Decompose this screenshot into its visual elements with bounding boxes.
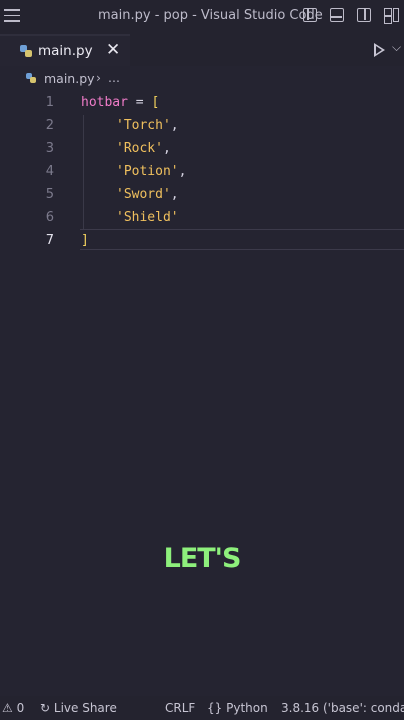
code-editor[interactable]: 1 hotbar = [ 2 'Torch', 3 'Rock', 4 'Pot… [0, 92, 404, 696]
live-share-label: Live Share [53, 701, 117, 715]
line-ending-selector[interactable]: CRLF [165, 701, 195, 715]
comma: , [170, 187, 179, 202]
string-literal: 'Torch' [116, 118, 171, 133]
toggle-secondary-sidebar-icon[interactable] [357, 8, 371, 22]
live-share-icon: ↻ [40, 701, 51, 715]
code-line: 6 'Shield' [0, 207, 404, 230]
live-share-button[interactable]: ↻ Live Share [40, 701, 117, 715]
line-number: 6 [45, 210, 54, 225]
string-literal: 'Sword' [116, 187, 171, 202]
code-line: 5 'Sword', [0, 184, 404, 207]
line-number: 1 [45, 95, 54, 110]
code-line: 7 ] [0, 230, 404, 253]
tab-main-py[interactable]: main.py ✕ [0, 34, 130, 66]
line-number: 7 [45, 233, 54, 248]
variable-name: hotbar [81, 95, 128, 110]
line-number: 4 [45, 164, 54, 179]
problems-indicator[interactable]: ⚠ 0 [2, 701, 24, 715]
window-title: main.py - pop - Visual Studio Code [98, 8, 323, 23]
language-selector[interactable]: {} Python [207, 701, 268, 715]
title-bar: main.py - pop - Visual Studio Code [0, 0, 404, 34]
string-literal: 'Potion' [116, 164, 179, 179]
comma: , [178, 164, 187, 179]
warning-icon: ⚠ [2, 701, 13, 715]
open-bracket: [ [151, 95, 160, 110]
code-line: 1 hotbar = [ [0, 92, 404, 115]
string-literal: 'Rock' [116, 141, 163, 156]
toggle-primary-sidebar-icon[interactable] [303, 8, 317, 22]
breadcrumb: main.py › ... [0, 66, 404, 92]
breadcrumb-more[interactable]: ... [108, 70, 120, 85]
breadcrumb-file[interactable]: main.py [44, 71, 95, 86]
line-number: 5 [45, 187, 54, 202]
code-line: 3 'Rock', [0, 138, 404, 161]
python-file-icon [26, 73, 36, 83]
braces-icon: {} [207, 701, 223, 715]
interpreter-selector[interactable]: 3.8.16 ('base': conda) [281, 701, 404, 715]
tab-bar: main.py ✕ ⌵ [0, 34, 404, 66]
code-line: 4 'Potion', [0, 161, 404, 184]
code-line: 2 'Torch', [0, 115, 404, 138]
chevron-down-icon[interactable]: ⌵ [392, 40, 401, 55]
line-number: 2 [45, 118, 54, 133]
close-icon[interactable]: ✕ [106, 40, 120, 60]
toggle-panel-icon[interactable] [330, 8, 344, 22]
language-label: Python [226, 701, 268, 715]
string-literal: 'Shield' [116, 210, 179, 225]
comma: , [162, 141, 171, 156]
operator: = [127, 95, 152, 110]
run-python-file-button[interactable] [374, 43, 385, 57]
video-caption: LET'S [163, 543, 242, 574]
comma: , [170, 118, 179, 133]
menu-icon[interactable] [4, 9, 20, 23]
customize-layout-icon[interactable] [384, 8, 400, 24]
breadcrumb-separator: › [96, 70, 101, 85]
status-bar: ⚠ 0 ↻ Live Share CRLF {} Python 3.8.16 (… [0, 696, 404, 720]
tab-label: main.py [38, 43, 93, 59]
line-number: 3 [45, 141, 54, 156]
warnings-count: 0 [16, 701, 25, 715]
close-bracket: ] [81, 233, 89, 248]
python-file-icon [20, 45, 32, 57]
